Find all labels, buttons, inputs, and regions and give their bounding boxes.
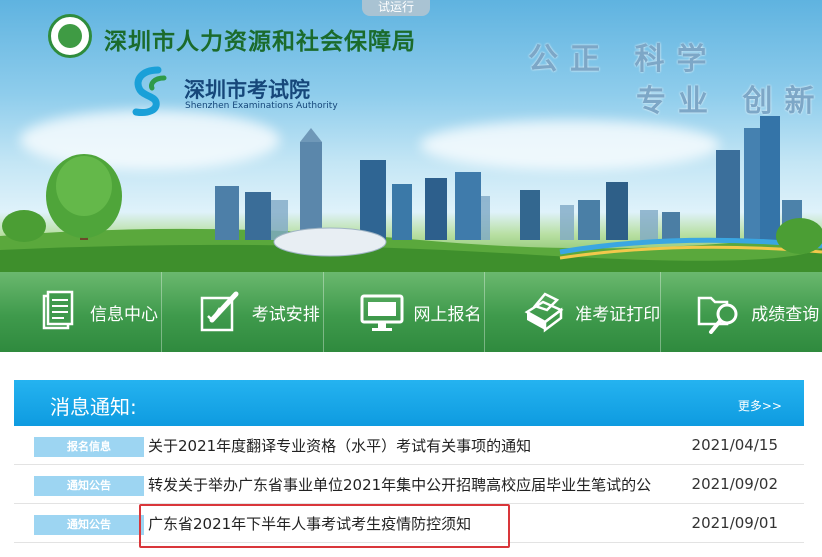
nav-item-online-registration[interactable]: 网上报名	[324, 272, 486, 352]
search-folder-icon	[698, 296, 738, 334]
highlight-annotation-box	[139, 504, 510, 548]
category-badge: 通知公告	[34, 515, 144, 535]
nav-item-score-query[interactable]: 成绩查询	[661, 272, 822, 352]
more-link[interactable]: 更多>>	[738, 397, 782, 414]
nav-label: 网上报名	[413, 304, 482, 325]
nav-item-admission-ticket-print[interactable]: 准考证打印	[485, 272, 662, 352]
nav-label: 考试安排	[251, 304, 320, 325]
nav-label: 成绩查询	[751, 304, 820, 325]
notice-row[interactable]: 通知公告 转发关于举办广东省事业单位2021年集中公开招聘高校应届毕业生笔试的公…	[14, 465, 804, 504]
main-nav: 信息中心 考试安排 网上报名 准考证打印 成绩查询	[0, 272, 822, 352]
category-badge: 报名信息	[34, 437, 144, 457]
notice-date: 2021/04/15	[691, 436, 778, 454]
notice-title-link[interactable]: 关于2021年度翻译专业资格（水平）考试有关事项的通知	[148, 435, 686, 456]
nav-label: 信息中心	[90, 304, 158, 325]
notice-panel-title: 消息通知:	[50, 395, 137, 419]
printer-icon	[524, 292, 564, 333]
category-badge: 通知公告	[34, 476, 144, 496]
notice-title-link[interactable]: 转发关于举办广东省事业单位2021年集中公开招聘高校应届毕业生笔试的公	[148, 474, 686, 495]
nav-item-exam-schedule[interactable]: 考试安排	[162, 272, 324, 352]
notice-panel-header: 消息通知: 更多>>	[14, 380, 804, 426]
edit-pen-icon	[200, 291, 239, 332]
nav-item-info-center[interactable]: 信息中心	[0, 272, 162, 352]
nav-label: 准考证打印	[575, 304, 661, 325]
notice-date: 2021/09/01	[691, 514, 778, 532]
city-skyline-illustration	[0, 116, 822, 272]
monitor-icon	[360, 294, 403, 331]
notice-date: 2021/09/02	[691, 475, 778, 493]
document-icon	[42, 290, 74, 330]
notice-row[interactable]: 报名信息 关于2021年度翻译专业资格（水平）考试有关事项的通知 2021/04…	[14, 426, 804, 465]
header-banner: 试运行 深圳市人力资源和社会保障局 深圳市考试院 Shenzhen Examin…	[0, 0, 822, 272]
